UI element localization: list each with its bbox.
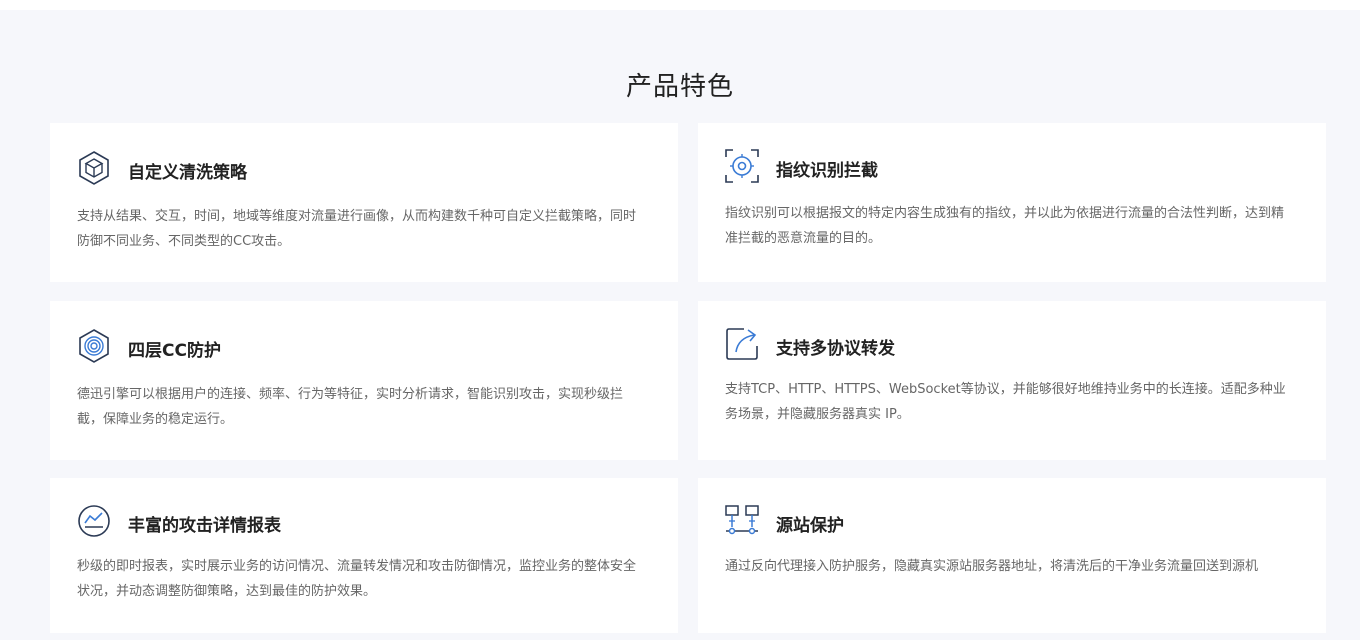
feature-card-layer4-cc: 四层CC防护 德迅引擎可以根据用户的连接、频率、行为等特征，实时分析请求，智能识…	[50, 301, 678, 460]
feature-description: 指纹识别可以根据报文的特定内容生成独有的指纹，并以此为依据进行流量的合法性判断，…	[725, 206, 1285, 246]
feature-description: 德迅引擎可以根据用户的连接、频率、行为等特征，实时分析请求，智能识别攻击，实现秒…	[77, 387, 624, 427]
feature-card-origin-protection: 源站保护 通过反向代理接入防护服务，隐藏真实源站服务器地址，将清洗后的干净业务流…	[698, 478, 1326, 633]
feature-card-fingerprint: 指纹识别拦截 指纹识别可以根据报文的特定内容生成独有的指纹，并以此为依据进行流量…	[698, 123, 1326, 282]
feature-title: 指纹识别拦截	[776, 161, 878, 181]
network-servers-icon	[724, 503, 760, 539]
chart-report-icon	[76, 503, 112, 539]
feature-description: 支持从结果、交互，时间，地域等维度对流量进行画像，从而构建数千种可自定义拦截策略…	[77, 209, 637, 249]
feature-title: 丰富的攻击详情报表	[128, 516, 281, 536]
forward-arrow-icon	[724, 326, 760, 362]
cube-hexagon-icon	[76, 150, 112, 186]
feature-title: 源站保护	[776, 516, 844, 536]
feature-description: 支持TCP、HTTP、HTTPS、WebSocket等协议，并能够很好地维持业务…	[725, 382, 1286, 422]
feature-description: 秒级的即时报表，实时展示业务的访问情况、流量转发情况和攻击防御情况，监控业务的整…	[77, 559, 637, 599]
feature-card-custom-cleaning: 自定义清洗策略 支持从结果、交互，时间，地域等维度对流量进行画像，从而构建数千种…	[50, 123, 678, 282]
section-title: 产品特色	[625, 72, 734, 102]
fingerprint-target-icon	[724, 148, 760, 184]
feature-card-multi-protocol: 支持多协议转发 支持TCP、HTTP、HTTPS、WebSocket等协议，并能…	[698, 301, 1326, 460]
feature-title: 支持多协议转发	[776, 339, 895, 359]
layered-shield-hexagon-icon	[76, 328, 112, 364]
feature-description: 通过反向代理接入防护服务，隐藏真实源站服务器地址，将清洗后的干净业务流量回送到源…	[725, 559, 1259, 574]
feature-card-attack-reports: 丰富的攻击详情报表 秒级的即时报表，实时展示业务的访问情况、流量转发情况和攻击防…	[50, 478, 678, 633]
feature-title: 自定义清洗策略	[128, 163, 247, 183]
feature-title: 四层CC防护	[128, 341, 221, 361]
